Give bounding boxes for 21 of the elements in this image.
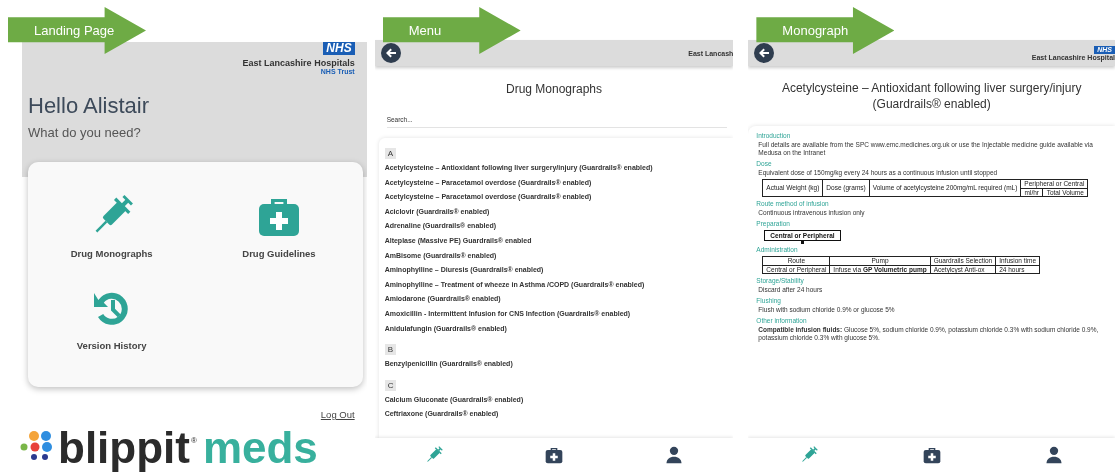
section-letter: B — [384, 344, 396, 356]
back-icon[interactable] — [754, 43, 775, 63]
menu-tile-label[interactable]: Drug Monographs — [70, 247, 153, 259]
brand-name: blippit — [58, 424, 190, 472]
medical-kit-icon[interactable] — [544, 445, 564, 465]
prompt-text: What do you need? — [28, 125, 142, 140]
medical-kit-icon[interactable] — [921, 445, 942, 465]
organisation-name: East Lancashire Hospitals — [242, 58, 355, 68]
menu-tile-label[interactable]: Version History — [76, 340, 147, 352]
brand-name: meds — [202, 424, 318, 472]
nhs-logo: NHS — [323, 42, 355, 55]
greeting: Hello Alistair — [28, 93, 151, 119]
page-title: Drug Monographs — [504, 82, 604, 96]
section-letter: A — [384, 148, 396, 159]
back-icon[interactable] — [380, 43, 401, 63]
section-letter: C — [384, 379, 397, 391]
dots-logo-icon — [20, 430, 54, 460]
page-title: Acetylcysteine – Antioxidant following liver surgery/injury (Guardrails® enabled) — [780, 80, 1083, 112]
log-out-link[interactable]: Log Out — [320, 409, 355, 420]
registered-mark: ® — [190, 436, 197, 445]
menu-tile-label[interactable]: Drug Guidelines — [242, 247, 316, 259]
